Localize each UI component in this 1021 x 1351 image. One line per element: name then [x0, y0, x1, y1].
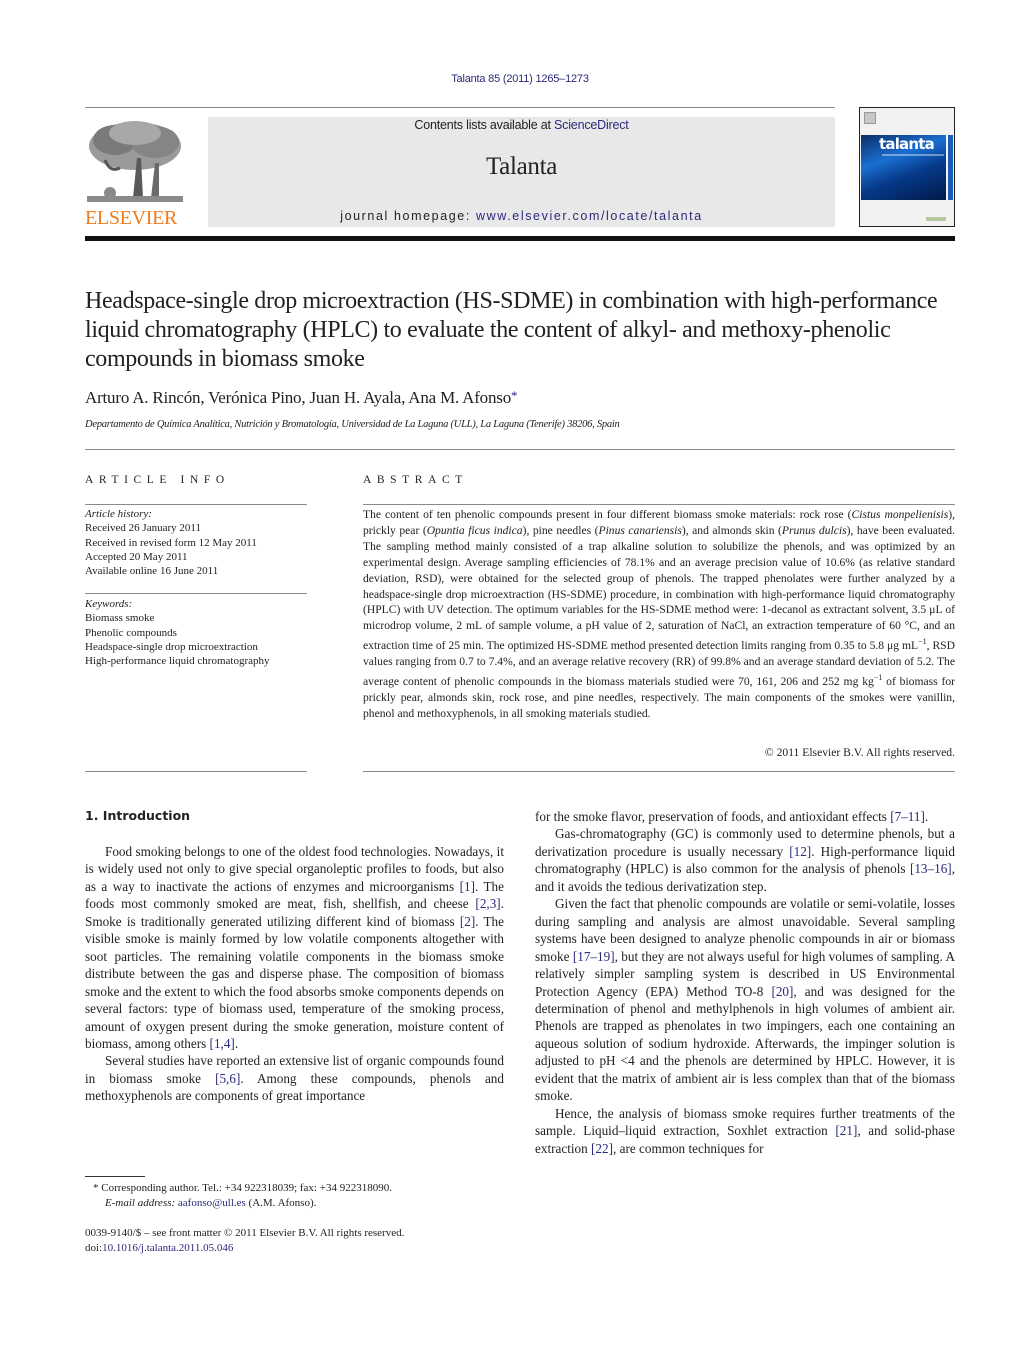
- abstract-copyright: © 2011 Elsevier B.V. All rights reserved…: [764, 746, 955, 759]
- reference-link[interactable]: [21]: [835, 1123, 857, 1138]
- keyword-item: Phenolic compounds: [85, 626, 177, 639]
- email-link[interactable]: aafonso@ull.es: [178, 1197, 246, 1209]
- journal-citation-link[interactable]: Talanta 85 (2011) 1265–1273: [0, 73, 1021, 85]
- homepage-line: journal homepage: www.elsevier.com/locat…: [208, 209, 835, 223]
- article-history: Article history: Received 26 January 201…: [85, 507, 257, 578]
- homepage-prefix: journal homepage:: [340, 209, 477, 223]
- species-name: Cistus monpelienisis: [851, 508, 949, 521]
- issn-line: 0039-9140/$ – see front matter © 2011 El…: [85, 1227, 405, 1239]
- abstract-rule: [363, 504, 955, 505]
- keywords-list: Keywords: Biomass smoke Phenolic compoun…: [85, 597, 270, 668]
- sciencedirect-link[interactable]: ScienceDirect: [554, 118, 629, 132]
- text-fragment: , and was designed for the determination…: [535, 983, 955, 1104]
- keyword-item: High-performance liquid chromatography: [85, 655, 270, 668]
- abstract-fragment: ), pine needles (: [522, 523, 599, 537]
- author-list: Arturo A. Rincón, Verónica Pino, Juan H.…: [85, 388, 518, 408]
- footnote-text: Corresponding author. Tel.: +34 92231803…: [98, 1182, 392, 1194]
- article-info-heading: ARTICLE INFO: [85, 474, 230, 486]
- superscript: −1: [918, 637, 927, 647]
- paragraph: Gas-chromatography (GC) is commonly used…: [535, 825, 955, 895]
- text-fragment: .: [924, 809, 929, 824]
- authors-names: Arturo A. Rincón, Verónica Pino, Juan H.…: [85, 388, 511, 407]
- cover-side-strip: [948, 135, 953, 200]
- doi-prefix: doi:: [85, 1242, 103, 1254]
- elsevier-logo[interactable]: ELSEVIER: [85, 118, 187, 229]
- corresponding-author-note: * Corresponding author. Tel.: +34 922318…: [85, 1181, 392, 1196]
- history-item: Received in revised form 12 May 2011: [85, 536, 257, 549]
- article-info-bottom-rule: [85, 771, 307, 772]
- cover-publisher-icon: [864, 112, 876, 124]
- email-suffix: (A.M. Afonso).: [245, 1197, 317, 1209]
- elsevier-tree-icon: [85, 118, 185, 206]
- contents-line: Contents lists available at ScienceDirec…: [208, 118, 835, 132]
- article-info-rule: [85, 504, 307, 505]
- front-matter: 0039-9140/$ – see front matter © 2011 El…: [85, 1226, 404, 1256]
- affiliation: Departamento de Química Analítica, Nutri…: [85, 419, 620, 430]
- reference-link[interactable]: [1,4]: [210, 1036, 235, 1051]
- cover-subtitle-line: [882, 154, 944, 156]
- species-name: Prunus dulcis: [781, 523, 847, 537]
- keyword-item: Biomass smoke: [85, 612, 155, 625]
- species-name: Pinus canariensis: [598, 523, 682, 537]
- elsevier-wordmark: ELSEVIER: [85, 207, 178, 229]
- history-item: Received 26 January 2011: [85, 522, 201, 535]
- footnote: * Corresponding author. Tel.: +34 922318…: [85, 1181, 392, 1211]
- corresponding-author-link[interactable]: *: [511, 388, 518, 403]
- reference-link[interactable]: [22]: [591, 1141, 613, 1156]
- body-column-left: Food smoking belongs to one of the oldes…: [85, 843, 504, 1105]
- cover-title: talanta: [879, 135, 935, 153]
- species-name: Opuntia ficus indica: [426, 523, 523, 537]
- cover-footer-mark: [926, 217, 946, 221]
- body-column-right: for the smoke flavor, preservation of fo…: [535, 808, 955, 1157]
- text-fragment: Food smoking belongs to one of the oldes…: [85, 844, 504, 894]
- reference-link[interactable]: [2]: [460, 914, 475, 929]
- doi-link[interactable]: 10.1016/j.talanta.2011.05.046: [102, 1242, 233, 1254]
- text-fragment: .: [234, 1035, 239, 1051]
- history-label: Article history:: [85, 508, 152, 520]
- journal-homepage-link[interactable]: www.elsevier.com/locate/talanta: [476, 209, 703, 223]
- abstract-text: The content of ten phenolic compounds pr…: [363, 507, 955, 722]
- abstract-fragment: ), have been evaluated. The sampling met…: [363, 523, 955, 653]
- doi-line: doi:10.1016/j.talanta.2011.05.046: [85, 1241, 404, 1256]
- reference-link[interactable]: [12]: [789, 844, 811, 859]
- reference-link[interactable]: [17–19]: [573, 949, 615, 964]
- header-thick-rule: [85, 236, 955, 241]
- reference-link[interactable]: [7–11]: [890, 809, 925, 824]
- paragraph: for the smoke flavor, preservation of fo…: [535, 808, 955, 825]
- text-fragment: , are common techniques for: [613, 1140, 764, 1156]
- reference-link[interactable]: [2,3]: [475, 896, 500, 911]
- history-item: Available online 16 June 2011: [85, 565, 219, 578]
- affiliation-rule: [85, 449, 955, 450]
- journal-masthead: Contents lists available at ScienceDirec…: [208, 117, 835, 227]
- journal-cover-thumbnail[interactable]: talanta: [859, 107, 955, 227]
- article-title: Headspace-single drop microextraction (H…: [85, 288, 938, 372]
- paragraph: Several studies have reported an extensi…: [85, 1052, 504, 1104]
- header-rule: [85, 107, 835, 108]
- footnote-rule: [85, 1176, 145, 1177]
- keyword-item: Headspace-single drop microextraction: [85, 640, 258, 653]
- email-note: E-mail address: aafonso@ull.es (A.M. Afo…: [85, 1196, 392, 1211]
- paragraph: Hence, the analysis of biomass smoke req…: [535, 1105, 955, 1157]
- abstract-fragment: The content of ten phenolic compounds pr…: [363, 508, 852, 521]
- text-fragment: . The visible smoke is mainly formed by …: [85, 913, 505, 1051]
- abstract-fragment: ), and almonds skin (: [681, 523, 782, 537]
- journal-name: Talanta: [485, 153, 558, 180]
- section-heading-introduction: 1. Introduction: [85, 808, 191, 823]
- abstract-bottom-rule: [363, 771, 955, 772]
- keywords-rule: [85, 593, 307, 594]
- text-fragment: for the smoke flavor, preservation of fo…: [535, 809, 891, 824]
- reference-link[interactable]: [20]: [771, 984, 793, 999]
- abstract-heading: ABSTRACT: [363, 474, 468, 486]
- contents-prefix: Contents lists available at: [414, 118, 555, 132]
- email-label: E-mail address:: [105, 1197, 176, 1209]
- history-item: Accepted 20 May 2011: [85, 550, 188, 563]
- paragraph: Food smoking belongs to one of the oldes…: [85, 843, 504, 1052]
- reference-link[interactable]: [5,6]: [215, 1071, 240, 1086]
- reference-link[interactable]: [13–16]: [910, 861, 952, 876]
- paragraph: Given the fact that phenolic compounds a…: [535, 895, 955, 1104]
- reference-link[interactable]: [1]: [460, 879, 475, 894]
- keywords-label: Keywords:: [85, 598, 133, 610]
